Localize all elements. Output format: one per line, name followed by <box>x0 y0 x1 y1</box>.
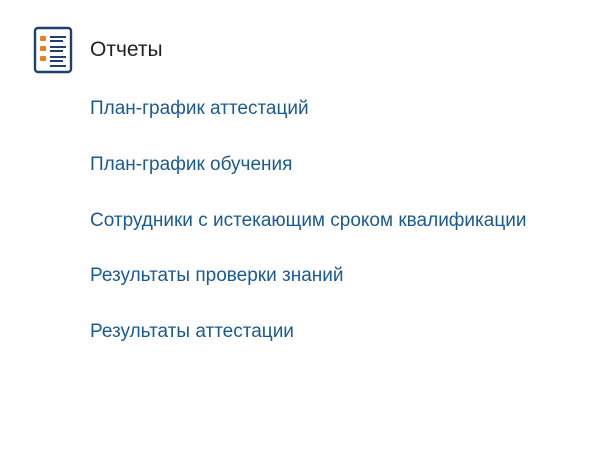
section-header <box>33 26 73 74</box>
section-title: Отчеты <box>90 38 163 61</box>
report-link-attestation-results[interactable]: Результаты аттестации <box>90 317 294 347</box>
list-item: Результаты аттестации <box>90 317 526 373</box>
list-item: План-график обучения <box>90 150 526 206</box>
report-list: План-график аттестаций План-график обуче… <box>90 94 526 373</box>
list-item: План-график аттестаций <box>90 94 526 150</box>
report-link-training-schedule[interactable]: План-график обучения <box>90 150 292 180</box>
reports-section: Отчеты План-график аттестаций План-графи… <box>0 0 604 474</box>
report-link-attestation-schedule[interactable]: План-график аттестаций <box>90 94 309 124</box>
list-item: Результаты проверки знаний <box>90 261 526 317</box>
report-link-expiring-qualification[interactable]: Сотрудники с истекающим сроком квалифика… <box>90 206 526 236</box>
list-item: Сотрудники с истекающим сроком квалифика… <box>90 206 526 262</box>
report-list-icon <box>33 26 73 74</box>
report-link-knowledge-test-results[interactable]: Результаты проверки знаний <box>90 261 343 291</box>
